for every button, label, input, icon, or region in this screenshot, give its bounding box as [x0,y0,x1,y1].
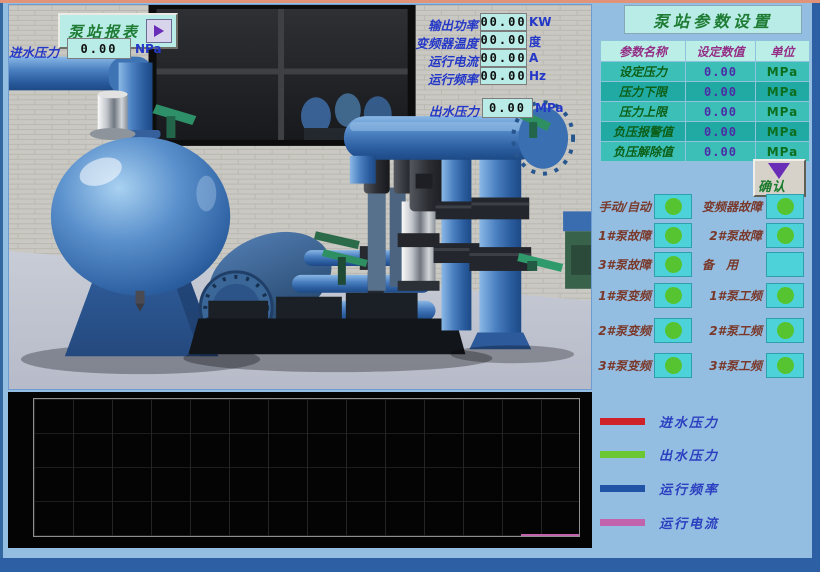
run-current-trace [521,534,579,536]
lamp-pump2-vfd [654,318,692,343]
param-row-name: 负压解除值 [601,142,685,161]
inverter-temp-unit: 度 [529,33,541,50]
status-label-auto-manual: 手动/自动 [585,198,651,215]
settings-panel-title: 泵站参数设置 [624,5,802,34]
lamp-circle [665,227,682,244]
lamp-circle [665,287,682,304]
param-row-name: 负压报警值 [601,122,685,141]
status-label-pump2-vfd: 2#泵变频 [585,322,651,339]
run-current-label: 运行电流 [386,51,478,70]
lamp-spare-empty [766,252,804,277]
lamp-pump1-vfd [654,283,692,308]
output-power-unit: KW [529,15,552,29]
lamp-pump3-line [766,353,804,378]
run-current-value: 00.00 [480,49,527,67]
legend-swatch-outlet [600,451,645,458]
lamp-circle [777,322,794,339]
trend-chart [8,392,592,548]
legend-label-inlet: 进水压力 [659,412,719,431]
inlet-pressure-value: 0.00 [67,38,131,59]
lamp-circle [665,198,682,215]
inverter-temp-label: 变频器温度 [386,33,478,52]
confirm-button[interactable]: 确认 [753,159,806,197]
lamp-circle [665,322,682,339]
lamp-pump2-line [766,318,804,343]
run-frequency-unit: Hz [529,69,546,83]
param-row-value-input[interactable]: 0.00 [686,62,755,81]
status-label-pump2-line: 2#泵工频 [690,322,762,339]
param-row-value-input[interactable]: 0.00 [686,122,755,141]
param-header-unit: 单位 [756,41,809,61]
outlet-pressure-label: 出水压力 [389,101,479,120]
play-icon[interactable] [146,19,172,43]
green-pump-partial [563,211,591,288]
run-current-unit: A [529,51,538,65]
status-label-pump1-fault: 1#泵故障 [585,227,651,244]
run-frequency-value: 00.00 [480,67,527,85]
status-label-pump2-fault: 2#泵故障 [690,227,762,244]
param-header-value: 设定数值 [686,41,755,61]
lamp-pump1-fault [654,223,692,248]
status-label-pump1-vfd: 1#泵变频 [585,287,651,304]
lamp-circle [665,357,682,374]
param-row-name: 压力上限 [601,102,685,121]
outlet-pressure-unit: MPa [535,101,564,115]
param-row-unit: MPa [756,122,809,141]
lamp-pump2-fault [766,223,804,248]
parameter-table: 参数名称 设定数值 单位 设定压力 0.00 MPa 压力下限 0.00 MPa… [600,40,810,162]
legend-swatch-inlet [600,418,645,425]
status-label-pump3-line: 3#泵工频 [690,357,762,374]
outlet-pressure-value: 0.00 [482,98,533,118]
left-frame [0,3,3,572]
run-frequency-label: 运行频率 [386,69,478,88]
param-row-unit: MPa [756,62,809,81]
legend-label-current: 运行电流 [659,513,719,532]
legend-label-frequency: 运行频率 [659,479,719,498]
output-power-label: 输出功率 [386,15,478,34]
hmi-screen: 泵站报表 进水压力 0.00 NPa 输出功率 00.00 KW 变频器温度 0… [0,0,825,577]
param-row-value-input[interactable]: 0.00 [686,102,755,121]
lamp-circle [777,357,794,374]
param-row-unit: MPa [756,102,809,121]
legend-swatch-current [600,519,645,526]
lamp-auto-manual [654,194,692,219]
lamp-pump3-fault [654,252,692,277]
param-row-name: 压力下限 [601,82,685,101]
inlet-pressure-label: 进水压力 [9,42,59,61]
status-label-pump3-vfd: 3#泵变频 [585,357,651,374]
output-power-value: 00.00 [480,13,527,31]
inverter-temp-value: 00.00 [480,31,527,49]
legend-swatch-frequency [600,485,645,492]
lamp-vfd-fault [766,194,804,219]
param-row-value-input[interactable]: 0.00 [686,142,755,161]
param-row-unit: MPa [756,82,809,101]
confirm-button-label: 确认 [758,176,786,195]
status-label-vfd-fault: 变频器故障 [690,198,762,215]
legend-label-outlet: 出水压力 [659,445,719,464]
lamp-circle [665,256,682,273]
lamp-pump1-line [766,283,804,308]
pump-station-3d-view: 泵站报表 进水压力 0.00 NPa 输出功率 00.00 KW 变频器温度 0… [8,4,592,390]
top-accent-line [0,0,820,3]
param-row-value-input[interactable]: 0.00 [686,82,755,101]
lamp-pump3-vfd [654,353,692,378]
lamp-circle [777,287,794,304]
param-header-name: 参数名称 [601,41,685,61]
inlet-pressure-unit: NPa [135,42,162,56]
status-label-spare: 备 用 [690,256,750,273]
lamp-circle [777,198,794,215]
param-row-name: 设定压力 [601,62,685,81]
status-label-pump1-line: 1#泵工频 [690,287,762,304]
right-frame [812,3,820,572]
lamp-circle [777,227,794,244]
status-label-pump3-fault: 3#泵故障 [585,256,651,273]
trend-plot-area [33,398,580,537]
bottom-frame [0,558,820,572]
